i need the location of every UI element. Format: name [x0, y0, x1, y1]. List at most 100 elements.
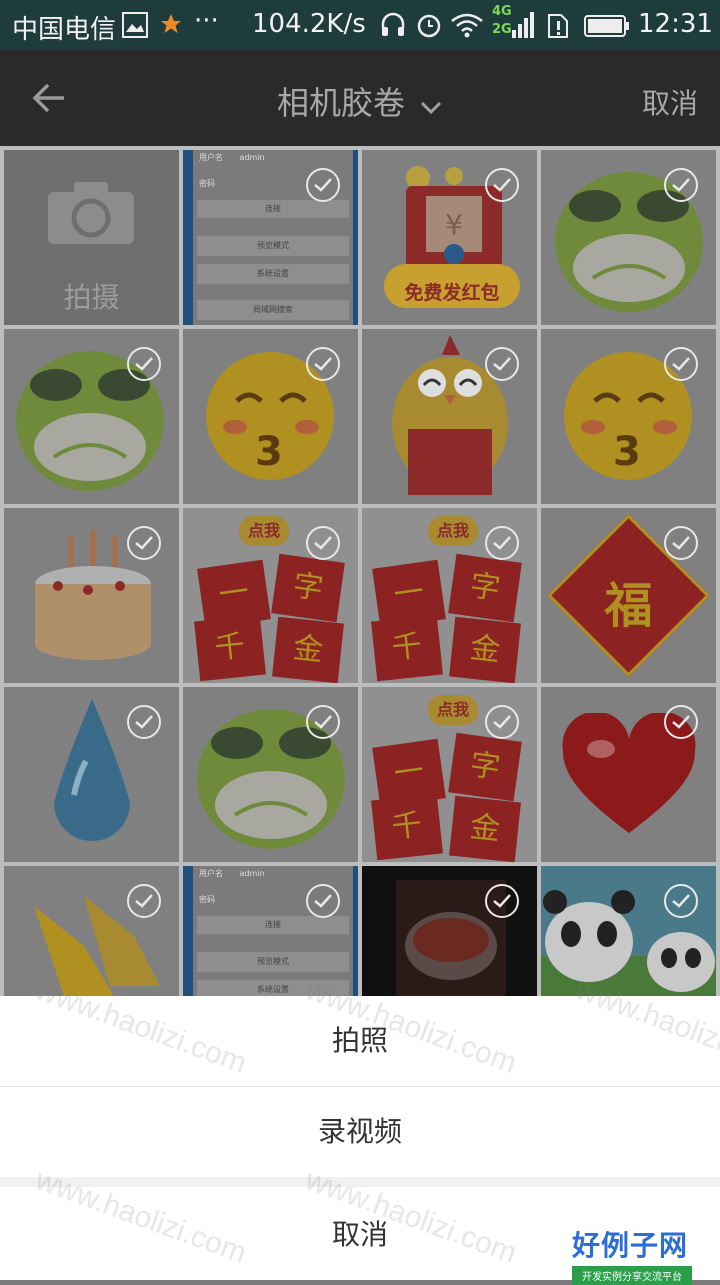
select-check-icon[interactable]: [127, 705, 161, 739]
cancel-button[interactable]: 取消: [642, 82, 698, 122]
select-check-icon[interactable]: [485, 705, 519, 739]
photo-thumbnail[interactable]: [4, 866, 179, 996]
sheet-divider: [0, 1177, 720, 1187]
water-drop-icon: [44, 695, 140, 859]
camera-capture-tile[interactable]: 拍摄: [4, 150, 179, 325]
redpacket-char: 字: [448, 553, 522, 623]
photo-thumbnail[interactable]: 福: [541, 508, 716, 683]
screenshot-user-value: admin: [239, 153, 265, 162]
redpacket-text: 免费发红包: [404, 282, 500, 304]
take-photo-option[interactable]: 拍照: [0, 996, 720, 1087]
photo-thumbnail[interactable]: [541, 687, 716, 862]
signal-2g-label: 2G: [492, 22, 512, 37]
wifi-icon: [450, 12, 484, 45]
screenshot-settings-button: 系统设置: [197, 980, 349, 996]
photo-thumbnail[interactable]: [4, 329, 179, 504]
screenshot-login-button: 连接: [197, 200, 349, 218]
sim-alert-icon: [546, 12, 570, 47]
svg-text:¥: ¥: [445, 208, 463, 241]
select-check-icon[interactable]: [306, 526, 340, 560]
click-me-badge: 点我: [428, 516, 478, 546]
screenshot-settings-button: 系统设置: [197, 264, 349, 284]
screenshot-user-value: admin: [239, 869, 265, 878]
brand-name: 好例子网: [572, 1229, 689, 1262]
photo-thumbnail[interactable]: [4, 508, 179, 683]
select-check-icon[interactable]: [664, 705, 698, 739]
photo-thumbnail[interactable]: ¥ 免费发红包: [362, 150, 537, 325]
app-bar: 相机胶卷 取消: [0, 50, 720, 146]
record-video-option[interactable]: 录视频: [0, 1087, 720, 1178]
select-check-icon[interactable]: [485, 347, 519, 381]
click-me-badge: 点我: [428, 695, 478, 725]
select-check-icon[interactable]: [306, 884, 340, 918]
album-selector[interactable]: 相机胶卷: [0, 78, 720, 124]
photo-thumbnail[interactable]: [362, 329, 537, 504]
signal-4g-label: 4G: [492, 4, 512, 19]
photo-thumbnail[interactable]: [4, 687, 179, 862]
screenshot-login-button: 连接: [197, 916, 349, 934]
screenshot-user-label: 用户名: [199, 153, 223, 162]
star-icon: [160, 12, 182, 42]
redpacket-char: 字: [448, 732, 522, 802]
select-check-icon[interactable]: [127, 884, 161, 918]
redpacket-char: 千: [371, 614, 443, 682]
carrier-label: 中国电信: [12, 15, 117, 45]
select-check-icon[interactable]: [664, 347, 698, 381]
screenshot-password-label: 密码: [199, 179, 215, 188]
redpacket-char: 金: [449, 616, 521, 683]
chevron-down-icon: [419, 86, 443, 124]
redpacket-char: 字: [271, 553, 345, 623]
redpacket-char: 千: [371, 793, 443, 861]
redpacket-char: 金: [449, 795, 521, 862]
camera-label: 拍摄: [63, 281, 120, 314]
svg-text:3: 3: [255, 429, 283, 475]
photo-thumbnail[interactable]: 用户名 admin 密码 连接 预览模式 系统设置 局域网搜索: [183, 150, 358, 325]
select-check-icon[interactable]: [485, 526, 519, 560]
network-speed: 104.2K/s: [252, 9, 366, 39]
screenshot-preview-button: 预览模式: [197, 952, 349, 972]
screenshot-password-label: 密码: [199, 895, 215, 904]
select-check-icon[interactable]: [306, 705, 340, 739]
photo-thumbnail[interactable]: [183, 687, 358, 862]
battery-icon: [584, 14, 630, 45]
alarm-icon: [416, 12, 442, 45]
brand-logo: 好例子网 开发实例分享交流平台: [572, 1224, 692, 1285]
redpacket-char: 千: [194, 614, 266, 682]
more-notifications-icon: ···: [194, 6, 219, 36]
select-check-icon[interactable]: [306, 347, 340, 381]
photo-thumbnail[interactable]: [541, 150, 716, 325]
photo-thumbnail[interactable]: [362, 866, 537, 996]
clock: 12:31: [638, 9, 713, 39]
screenshot-user-label: 用户名: [199, 869, 223, 878]
click-me-badge: 点我: [239, 516, 289, 546]
photo-thumbnail[interactable]: 点我 一 字 千 金: [362, 508, 537, 683]
select-check-icon[interactable]: [485, 168, 519, 202]
select-check-icon[interactable]: [485, 884, 519, 918]
fu-character: 福: [604, 578, 653, 634]
action-sheet: 拍照 录视频 取消 好例子网 开发实例分享交流平台: [0, 996, 720, 1285]
photo-thumbnail[interactable]: 点我 一 字 千 金: [183, 508, 358, 683]
camera-icon: [46, 180, 136, 250]
gallery-notification-icon: [122, 12, 148, 45]
headphones-icon: [380, 12, 406, 45]
select-check-icon[interactable]: [127, 526, 161, 560]
redpacket-char: 金: [272, 616, 344, 683]
photo-thumbnail[interactable]: 3: [541, 329, 716, 504]
select-check-icon[interactable]: [306, 168, 340, 202]
brand-tagline: 开发实例分享交流平台: [572, 1266, 692, 1285]
photo-thumbnail[interactable]: 点我 一 字 千 金: [362, 687, 537, 862]
status-bar: 中国电信 ··· 104.2K/s 4G 2G 12:31: [0, 0, 720, 50]
select-check-icon[interactable]: [664, 168, 698, 202]
photo-grid: 拍摄 用户名 admin 密码 连接 预览模式 系统设置 局域网搜索 ¥ 免费发…: [0, 146, 720, 996]
photo-thumbnail[interactable]: [541, 866, 716, 996]
select-check-icon[interactable]: [127, 347, 161, 381]
screenshot-lan-button: 局域网搜索: [197, 300, 349, 320]
page-title: 相机胶卷: [276, 84, 405, 122]
signal-bars-icon: [510, 10, 534, 47]
select-check-icon[interactable]: [664, 884, 698, 918]
photo-thumbnail[interactable]: 3: [183, 329, 358, 504]
svg-text:3: 3: [613, 429, 641, 475]
select-check-icon[interactable]: [664, 526, 698, 560]
photo-thumbnail[interactable]: 用户名 admin 密码 连接 预览模式 系统设置: [183, 866, 358, 996]
screenshot-preview-button: 预览模式: [197, 236, 349, 256]
